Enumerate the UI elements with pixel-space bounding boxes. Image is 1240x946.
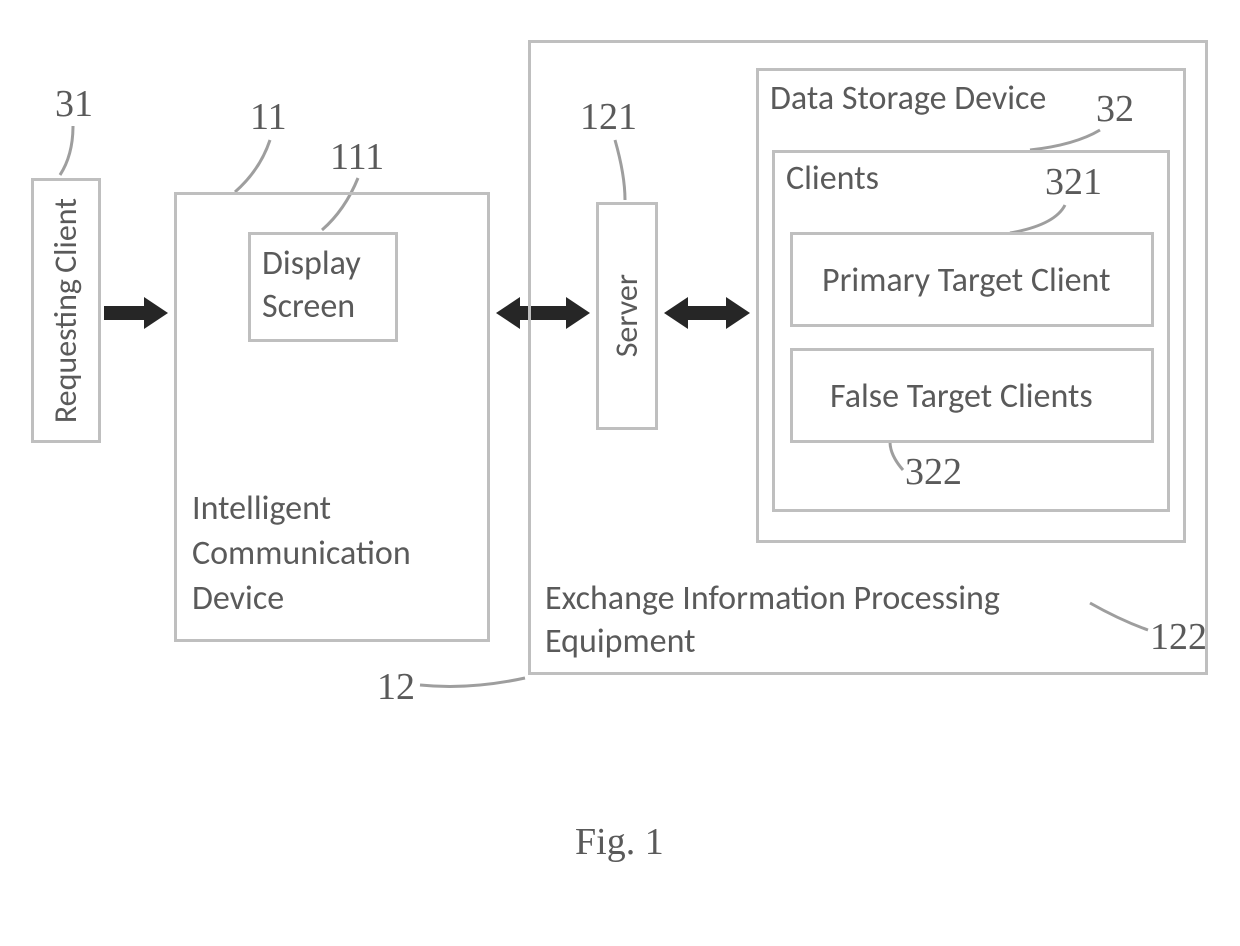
requesting-client-word2: Client <box>50 198 82 273</box>
exchange-l2: Equipment <box>545 623 696 660</box>
server-label: Server <box>611 274 643 357</box>
false-target-label: False Target Clients <box>830 378 1093 415</box>
arrow-rc-to-icd-shaft <box>104 306 146 320</box>
icd-l1: Intelligent <box>192 490 331 527</box>
primary-target-label: Primary Target Client <box>822 262 1110 299</box>
figure-caption: Fig. 1 <box>575 820 664 864</box>
clients-box <box>772 150 1170 512</box>
display-screen-l1: Display <box>262 245 361 282</box>
icd-l3: Device <box>192 580 284 617</box>
icd-l2: Communication <box>192 535 411 572</box>
requesting-client-box: Requesting Client <box>31 178 101 443</box>
arrow-server-ds-head-l <box>664 297 688 329</box>
arrow-rc-to-icd-head <box>144 297 168 329</box>
arrow-server-ds-head-r <box>726 297 750 329</box>
arrow-server-ds-shaft <box>686 306 728 320</box>
data-storage-label: Data Storage Device <box>770 80 1046 117</box>
exchange-l1: Exchange Information Processing <box>545 580 1000 617</box>
clients-label: Clients <box>786 160 879 197</box>
requesting-client-label: Requesting Client <box>34 181 98 440</box>
arrow-icd-server-head-l <box>496 297 520 329</box>
display-screen-l2: Screen <box>262 288 355 325</box>
requesting-client-word1: Requesting <box>50 279 82 423</box>
server-label-wrap: Server <box>599 205 655 427</box>
server-box: Server <box>596 202 658 430</box>
